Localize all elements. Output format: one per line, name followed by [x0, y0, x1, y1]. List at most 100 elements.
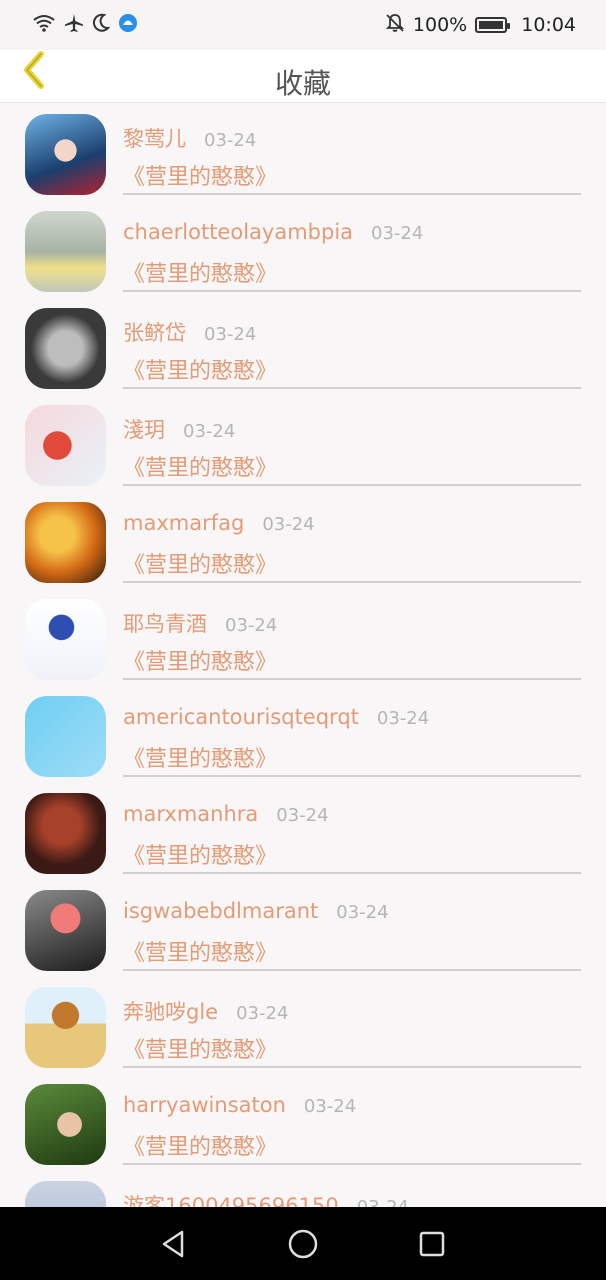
avatar[interactable] [25, 890, 106, 971]
book-title[interactable]: 《营里的憨憨》 [123, 353, 277, 385]
list-item[interactable]: americantourisqteqrqt 03-24 《营里的憨憨》 [0, 685, 606, 782]
date-label: 03-24 [376, 708, 430, 729]
name-line: 张鲚岱 03-24 [123, 317, 256, 347]
favorites-list: 黎莺儿 03-24 《营里的憨憨》 chaerlotteolayambpia 03-24… [0, 103, 606, 1207]
user-name[interactable]: chaerlotteolayambpia [123, 220, 353, 244]
name-line: chaerlotteolayambpia 03-24 [123, 220, 423, 244]
date-label: 03-24 [303, 1096, 357, 1117]
battery-percent: 100% [412, 14, 468, 36]
user-name[interactable]: americantourisqteqrqt [123, 705, 359, 729]
avatar[interactable] [25, 793, 106, 874]
user-name[interactable]: maxmarfag [123, 511, 244, 535]
avatar[interactable] [25, 1181, 106, 1207]
divider [123, 872, 581, 874]
date-label: 03-24 [204, 130, 257, 151]
name-line: 游客1600495696150 03-24 [123, 1190, 409, 1207]
book-title[interactable]: 《营里的憨憨》 [123, 838, 277, 870]
book-title[interactable]: 《营里的憨憨》 [123, 1032, 277, 1064]
avatar[interactable] [25, 599, 106, 680]
mute-bell-icon [385, 13, 405, 38]
user-name[interactable]: 奔驰哕gle [123, 996, 218, 1026]
divider [123, 1163, 581, 1165]
name-line: 黎莺儿 03-24 [123, 123, 256, 153]
nav-back-button[interactable] [154, 1224, 194, 1264]
avatar[interactable] [25, 1084, 106, 1165]
book-title[interactable]: 《营里的憨憨》 [123, 741, 277, 773]
list-item[interactable]: 奔驰哕gle 03-24 《营里的憨憨》 [0, 976, 606, 1073]
page-title: 收藏 [274, 67, 331, 100]
moon-icon [92, 13, 111, 38]
battery-icon [475, 17, 511, 33]
date-label: 03-24 [371, 223, 424, 244]
name-line: 淺玥 03-24 [123, 414, 235, 444]
divider [123, 775, 581, 777]
book-title[interactable]: 《营里的憨憨》 [123, 644, 277, 676]
airplane-icon [64, 13, 84, 38]
name-line: maxmarfag 03-24 [123, 511, 315, 535]
avatar[interactable] [25, 114, 106, 195]
clock: 10:04 [521, 14, 576, 36]
user-name[interactable]: 淺玥 [123, 414, 165, 444]
status-left [32, 13, 138, 38]
divider [123, 581, 581, 583]
nav-recents-button[interactable] [412, 1224, 452, 1264]
date-label: 03-24 [262, 514, 315, 535]
user-name[interactable]: isgwabebdlmarant [123, 899, 318, 923]
user-name[interactable]: harryawinsaton [123, 1093, 286, 1117]
app-header: 收藏 [0, 50, 606, 103]
book-title[interactable]: 《营里的憨憨》 [123, 1129, 277, 1161]
name-line: 耶鸟青酒 03-24 [123, 608, 277, 638]
divider [123, 290, 581, 292]
book-title[interactable]: 《营里的憨憨》 [123, 450, 277, 482]
avatar[interactable] [25, 308, 106, 389]
book-title[interactable]: 《营里的憨憨》 [123, 935, 277, 967]
avatar[interactable] [25, 696, 106, 777]
divider [123, 387, 581, 389]
book-title[interactable]: 《营里的憨憨》 [123, 159, 277, 191]
date-label: 03-24 [336, 902, 389, 923]
name-line: 奔驰哕gle 03-24 [123, 996, 288, 1026]
list-item[interactable]: maxmarfag 03-24 《营里的憨憨》 [0, 491, 606, 588]
name-line: americantourisqteqrqt 03-24 [123, 705, 429, 729]
list-item[interactable]: isgwabebdlmarant 03-24 《营里的憨憨》 [0, 879, 606, 976]
avatar[interactable] [25, 405, 106, 486]
list-item[interactable]: chaerlotteolayambpia 03-24 《营里的憨憨》 [0, 200, 606, 297]
avatar[interactable] [25, 211, 106, 292]
triangle-back-icon [163, 1230, 184, 1257]
list-item[interactable]: marxmanhra 03-24 《营里的憨憨》 [0, 782, 606, 879]
list-item[interactable]: 游客1600495696150 03-24 [0, 1170, 606, 1207]
date-label: 03-24 [183, 421, 236, 442]
date-label: 03-24 [204, 324, 257, 345]
user-name[interactable]: 张鲚岱 [123, 317, 186, 347]
avatar[interactable] [25, 502, 106, 583]
user-name[interactable]: marxmanhra [123, 802, 258, 826]
book-title[interactable]: 《营里的憨憨》 [123, 256, 277, 288]
name-line: marxmanhra 03-24 [123, 802, 329, 826]
list-item[interactable]: harryawinsaton 03-24 《营里的憨憨》 [0, 1073, 606, 1170]
status-right: 100% 10:04 [385, 13, 576, 38]
divider [123, 484, 581, 486]
date-label: 03-24 [276, 805, 329, 826]
list-item[interactable]: 张鲚岱 03-24 《营里的憨憨》 [0, 297, 606, 394]
user-name[interactable]: 游客1600495696150 [123, 1190, 339, 1207]
date-label: 03-24 [357, 1197, 409, 1207]
list-item[interactable]: 黎莺儿 03-24 《营里的憨憨》 [0, 103, 606, 200]
name-line: isgwabebdlmarant 03-24 [123, 899, 389, 923]
divider [123, 1066, 581, 1068]
user-name[interactable]: 黎莺儿 [123, 123, 186, 153]
list-item[interactable]: 耶鸟青酒 03-24 《营里的憨憨》 [0, 588, 606, 685]
system-navbar [0, 1207, 606, 1280]
circle-home-icon [288, 1229, 318, 1258]
book-title[interactable]: 《营里的憨憨》 [123, 547, 277, 579]
wifi-icon [32, 14, 56, 37]
nav-home-button[interactable] [283, 1224, 323, 1264]
app-notification-icon [118, 13, 138, 38]
divider [123, 969, 581, 971]
name-line: harryawinsaton 03-24 [123, 1093, 356, 1117]
status-bar: 100% 10:04 [0, 0, 606, 50]
list-item[interactable]: 淺玥 03-24 《营里的憨憨》 [0, 394, 606, 491]
user-name[interactable]: 耶鸟青酒 [123, 608, 207, 638]
square-recents-icon [419, 1231, 444, 1256]
avatar[interactable] [25, 987, 106, 1068]
divider [123, 193, 581, 195]
